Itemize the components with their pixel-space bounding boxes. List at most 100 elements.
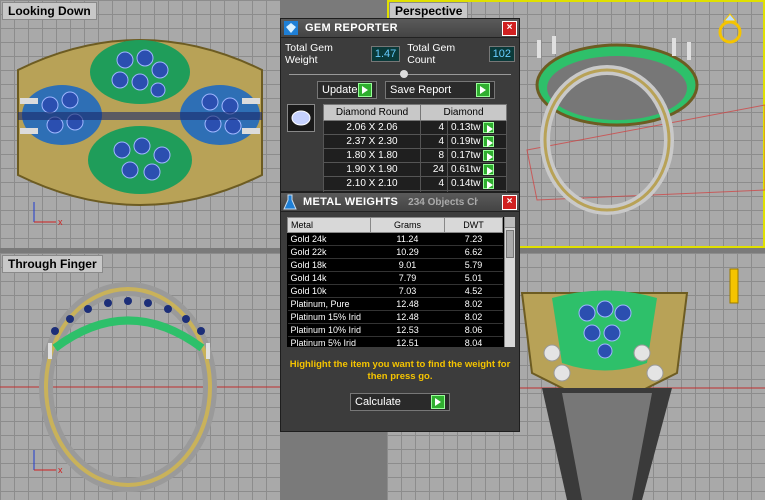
instruction-text: Highlight the item you want to find the … — [289, 359, 511, 382]
metal-name: Platinum 15% Irid — [287, 310, 371, 324]
select-gem-go-icon[interactable] — [483, 163, 495, 175]
gem-reporter-panel: GEM REPORTER × Total Gem Weight 1.47 Tot… — [280, 18, 520, 205]
metal-name: Gold 24k — [287, 232, 371, 246]
metal-dwt: 6.62 — [444, 245, 503, 259]
objects-checked-text: 234 Objects Checked — [408, 196, 479, 208]
metal-row[interactable]: Platinum 10% Irid 12.53 8.06 — [287, 323, 503, 337]
ruler-icon[interactable] — [725, 267, 743, 307]
gem-row[interactable]: 1.80 X 1.80 8 0.17tw — [323, 148, 507, 163]
metal-weights-panel: METAL WEIGHTS 234 Objects Checked × Meta… — [280, 192, 520, 432]
metal-dwt: 8.02 — [444, 310, 503, 324]
metal-grams: 12.48 — [370, 297, 445, 311]
gem-tw: 0.19tw — [447, 134, 507, 149]
metal-table: Metal Grams DWT Gold 24k 11.24 7.23 Gold 22… — [287, 217, 504, 347]
metal-row[interactable]: Gold 14k 7.79 5.01 — [287, 271, 503, 285]
gem-reporter-titlebar[interactable]: GEM REPORTER × — [281, 19, 519, 38]
metal-name: Platinum, Pure — [287, 297, 371, 311]
total-gem-count-label: Total Gem Count — [407, 42, 456, 66]
calculate-label: Calculate — [355, 396, 401, 408]
gem-row[interactable]: 2.06 X 2.06 4 0.13tw — [323, 120, 507, 135]
metal-dwt: 7.23 — [444, 232, 503, 246]
select-gem-go-icon[interactable] — [483, 177, 495, 189]
select-gem-go-icon[interactable] — [483, 135, 495, 147]
metal-dwt: 5.01 — [444, 271, 503, 285]
metal-row[interactable]: Gold 24k 11.24 7.23 — [287, 232, 503, 246]
metal-row[interactable]: Platinum 5% Irid 12.51 8.04 — [287, 336, 503, 347]
gem-count: 4 — [420, 176, 448, 191]
gem-tw: 0.17tw — [447, 148, 507, 163]
metal-header[interactable]: Metal — [287, 217, 371, 233]
gem-size: 1.90 X 1.90 — [323, 162, 421, 177]
grams-header[interactable]: Grams — [370, 217, 445, 233]
metal-grams: 12.53 — [370, 323, 445, 337]
metal-grams: 7.79 — [370, 271, 445, 285]
metal-dwt: 8.02 — [444, 297, 503, 311]
gem-count: 4 — [420, 120, 448, 135]
metal-list-scrollbar[interactable] — [504, 217, 515, 347]
metal-dwt: 8.04 — [444, 336, 503, 347]
ring-icon[interactable] — [717, 12, 743, 46]
gem-tw: 0.13tw — [447, 120, 507, 135]
metal-name: Gold 18k — [287, 258, 371, 272]
gem-count: 24 — [420, 162, 448, 177]
metal-grams: 12.51 — [370, 336, 445, 347]
metal-grams: 11.24 — [370, 232, 445, 246]
total-gem-weight-value: 1.47 — [370, 46, 401, 62]
calculate-dropdown[interactable]: Calculate — [350, 393, 450, 411]
gem-count: 8 — [420, 148, 448, 163]
gem-tw-value: 0.61tw — [451, 164, 481, 176]
save-report-label: Save Report — [390, 84, 452, 96]
diamond-round-thumbnail[interactable] — [287, 104, 315, 132]
metal-name: Platinum 5% Irid — [287, 336, 371, 347]
metal-name: Platinum 10% Irid — [287, 323, 371, 337]
metal-dwt: 5.79 — [444, 258, 503, 272]
select-gem-go-icon[interactable] — [483, 121, 495, 133]
gem-icon — [284, 21, 298, 35]
metal-row[interactable]: Gold 10k 7.03 4.52 — [287, 284, 503, 298]
metal-grams: 9.01 — [370, 258, 445, 272]
metal-weights-titlebar[interactable]: METAL WEIGHTS 234 Objects Checked × — [281, 193, 519, 212]
dwt-header[interactable]: DWT — [443, 217, 504, 233]
gem-table: Diamond Round Diamond 2.06 X 2.06 4 0.13tw… — [323, 104, 507, 205]
gem-row[interactable]: 2.10 X 2.10 4 0.14tw — [323, 176, 507, 191]
metal-row[interactable]: Gold 18k 9.01 5.79 — [287, 258, 503, 272]
total-gem-weight-label: Total Gem Weight — [285, 42, 333, 66]
close-icon[interactable]: × — [502, 194, 517, 210]
metal-name: Gold 22k — [287, 245, 371, 259]
calculate-go-icon[interactable] — [431, 395, 445, 409]
metal-name: Gold 10k — [287, 284, 371, 298]
svg-text:x: x — [58, 217, 63, 227]
gem-table-header-type: Diamond — [420, 104, 507, 121]
update-dropdown[interactable]: Update — [317, 81, 377, 99]
metal-grams: 12.48 — [370, 310, 445, 324]
metal-list[interactable]: Metal Grams DWT Gold 24k 11.24 7.23 Gold 22… — [287, 217, 515, 347]
close-icon[interactable]: × — [502, 20, 517, 36]
save-report-dropdown[interactable]: Save Report — [385, 81, 495, 99]
viewport-through-finger[interactable]: Through Finger x — [0, 253, 280, 500]
gem-tw-value: 0.14tw — [451, 178, 481, 190]
viewport-looking-down[interactable]: Looking Down x — [0, 0, 280, 248]
gem-tw-value: 0.17tw — [451, 150, 481, 162]
gem-reporter-title: GEM REPORTER — [305, 22, 398, 34]
gem-row[interactable]: 1.90 X 1.90 24 0.61tw — [323, 162, 507, 177]
gem-tw: 0.61tw — [447, 162, 507, 177]
update-label: Update — [322, 84, 358, 96]
select-gem-go-icon[interactable] — [483, 149, 495, 161]
gem-table-header-shape: Diamond Round — [323, 104, 421, 121]
gem-size: 2.06 X 2.06 — [323, 120, 421, 135]
gem-slider[interactable] — [289, 70, 511, 78]
metal-row[interactable]: Gold 22k 10.29 6.62 — [287, 245, 503, 259]
metal-dwt: 4.52 — [444, 284, 503, 298]
metal-grams: 7.03 — [370, 284, 445, 298]
update-go-icon[interactable] — [358, 83, 372, 97]
metal-row[interactable]: Platinum 15% Irid 12.48 8.02 — [287, 310, 503, 324]
metal-row[interactable]: Platinum, Pure 12.48 8.02 — [287, 297, 503, 311]
metal-grams: 10.29 — [370, 245, 445, 259]
gem-size: 1.80 X 1.80 — [323, 148, 421, 163]
total-gem-count-value: 102 — [488, 46, 515, 62]
gem-row[interactable]: 2.37 X 2.30 4 0.19tw — [323, 134, 507, 149]
metal-name: Gold 14k — [287, 271, 371, 285]
gem-tw-value: 0.13tw — [451, 122, 481, 134]
save-report-go-icon[interactable] — [476, 83, 490, 97]
metal-dwt: 8.06 — [444, 323, 503, 337]
